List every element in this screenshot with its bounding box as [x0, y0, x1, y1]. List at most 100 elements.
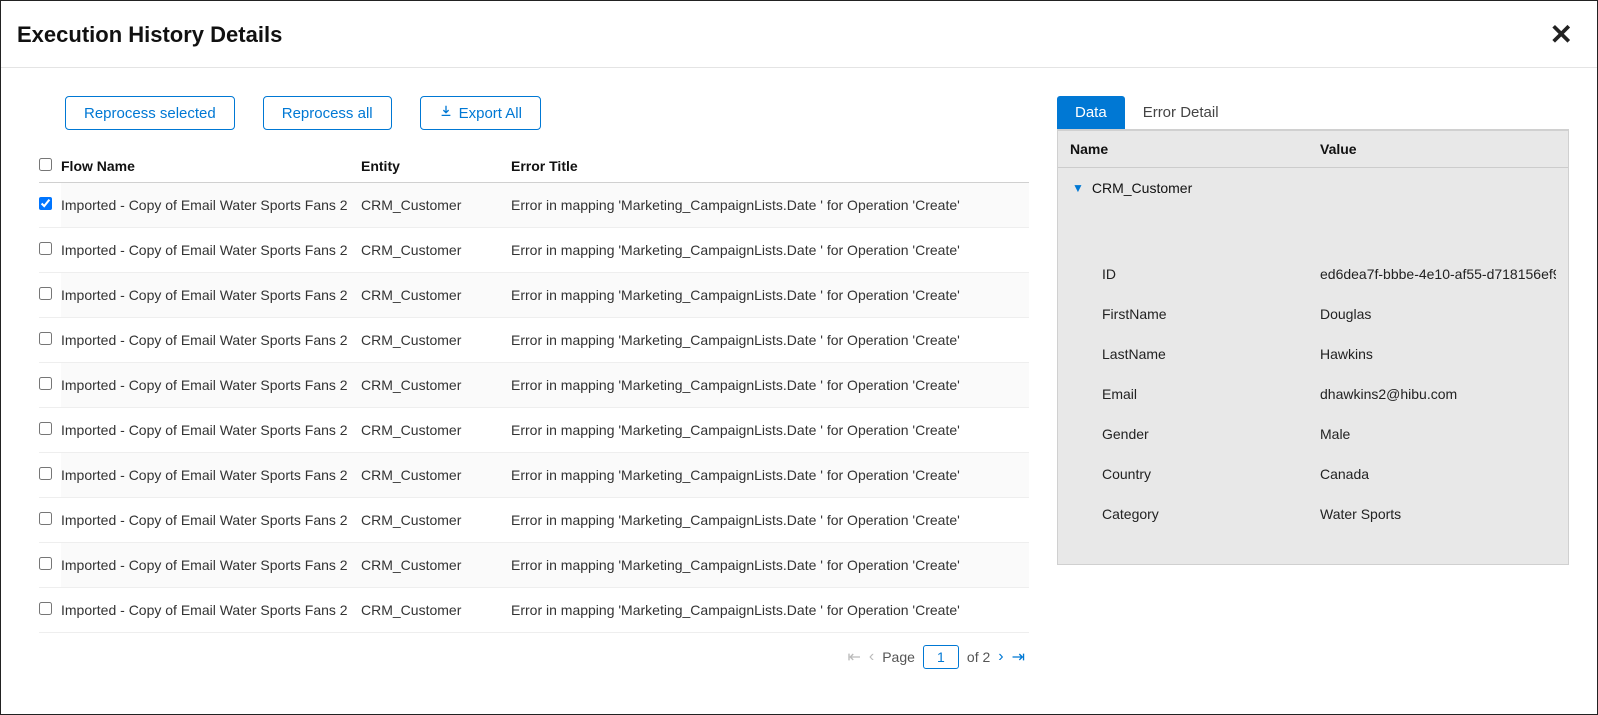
column-header-error-title[interactable]: Error Title: [511, 150, 1029, 183]
table-row[interactable]: Imported - Copy of Email Water Sports Fa…: [39, 363, 1029, 408]
reprocess-all-button[interactable]: Reprocess all: [263, 96, 392, 130]
tab-label: Error Detail: [1143, 104, 1219, 121]
detail-field-value: Canada: [1320, 466, 1556, 482]
tree-root-row[interactable]: ▼ CRM_Customer: [1058, 168, 1568, 204]
detail-row: GenderMale: [1102, 414, 1556, 454]
table-row[interactable]: Imported - Copy of Email Water Sports Fa…: [39, 228, 1029, 273]
detail-field-value: Water Sports: [1320, 506, 1556, 522]
modal-title: Execution History Details: [17, 22, 282, 48]
detail-field-name: Country: [1102, 466, 1320, 482]
cell-error-title: Error in mapping 'Marketing_CampaignList…: [511, 498, 1029, 543]
first-page-icon[interactable]: ⇤: [847, 647, 860, 667]
detail-field-value: Hawkins: [1320, 346, 1556, 362]
detail-grid: Name Value ▼ CRM_Customer IDed6dea7f-bbb…: [1057, 130, 1569, 565]
cell-error-title: Error in mapping 'Marketing_CampaignList…: [511, 543, 1029, 588]
detail-row: IDed6dea7f-bbbe-4e10-af55-d718156ef969: [1102, 254, 1556, 294]
tabs: Data Error Detail: [1057, 96, 1569, 130]
select-all-checkbox[interactable]: [39, 158, 52, 171]
row-checkbox[interactable]: [39, 197, 52, 210]
table-row[interactable]: Imported - Copy of Email Water Sports Fa…: [39, 588, 1029, 633]
table-row[interactable]: Imported - Copy of Email Water Sports Fa…: [39, 408, 1029, 453]
detail-row: FirstNameDouglas: [1102, 294, 1556, 334]
table-row[interactable]: Imported - Copy of Email Water Sports Fa…: [39, 543, 1029, 588]
detail-column-value: Value: [1320, 141, 1556, 157]
detail-field-value: dhawkins2@hibu.com: [1320, 386, 1556, 402]
table-row[interactable]: Imported - Copy of Email Water Sports Fa…: [39, 183, 1029, 228]
tab-data[interactable]: Data: [1057, 96, 1125, 129]
next-page-icon[interactable]: ›: [998, 648, 1003, 666]
table-header-row: Flow Name Entity Error Title: [39, 150, 1029, 183]
cell-entity: CRM_Customer: [361, 228, 511, 273]
errors-table: Flow Name Entity Error Title Imported - …: [39, 150, 1029, 633]
cell-error-title: Error in mapping 'Marketing_CampaignList…: [511, 408, 1029, 453]
cell-flow-name: Imported - Copy of Email Water Sports Fa…: [61, 498, 361, 543]
page-input[interactable]: [923, 645, 959, 669]
row-checkbox[interactable]: [39, 467, 52, 480]
cell-error-title: Error in mapping 'Marketing_CampaignList…: [511, 363, 1029, 408]
row-checkbox[interactable]: [39, 602, 52, 615]
row-checkbox[interactable]: [39, 377, 52, 390]
page-of-label: of 2: [967, 649, 990, 665]
cell-entity: CRM_Customer: [361, 453, 511, 498]
tab-label: Data: [1075, 104, 1107, 121]
cell-entity: CRM_Customer: [361, 498, 511, 543]
execution-history-modal: Execution History Details ✕ Reprocess se…: [0, 0, 1598, 715]
button-label: Reprocess all: [282, 105, 373, 122]
detail-field-name: Category: [1102, 506, 1320, 522]
column-header-flow-name[interactable]: Flow Name: [61, 150, 361, 183]
row-checkbox[interactable]: [39, 512, 52, 525]
detail-row: LastNameHawkins: [1102, 334, 1556, 374]
detail-header: Name Value: [1058, 131, 1568, 168]
cell-error-title: Error in mapping 'Marketing_CampaignList…: [511, 183, 1029, 228]
cell-error-title: Error in mapping 'Marketing_CampaignList…: [511, 588, 1029, 633]
export-all-button[interactable]: Export All: [420, 96, 541, 130]
table-row[interactable]: Imported - Copy of Email Water Sports Fa…: [39, 453, 1029, 498]
modal-header: Execution History Details ✕: [1, 1, 1597, 68]
tree-root-label: CRM_Customer: [1092, 180, 1192, 196]
modal-body: Reprocess selected Reprocess all Export …: [1, 68, 1597, 714]
cell-entity: CRM_Customer: [361, 318, 511, 363]
cell-error-title: Error in mapping 'Marketing_CampaignList…: [511, 228, 1029, 273]
cell-entity: CRM_Customer: [361, 183, 511, 228]
row-checkbox[interactable]: [39, 287, 52, 300]
cell-flow-name: Imported - Copy of Email Water Sports Fa…: [61, 228, 361, 273]
last-page-icon[interactable]: ⇥: [1012, 647, 1025, 667]
detail-field-name: ID: [1102, 266, 1320, 282]
row-checkbox[interactable]: [39, 557, 52, 570]
cell-entity: CRM_Customer: [361, 588, 511, 633]
detail-field-name: Email: [1102, 386, 1320, 402]
detail-column-name: Name: [1070, 141, 1320, 157]
prev-page-icon[interactable]: ‹: [869, 648, 874, 666]
cell-error-title: Error in mapping 'Marketing_CampaignList…: [511, 453, 1029, 498]
right-panel: Data Error Detail Name Value ▼ CRM_Custo…: [1057, 68, 1597, 714]
detail-field-value: Douglas: [1320, 306, 1556, 322]
button-label: Export All: [459, 105, 522, 122]
detail-field-value: ed6dea7f-bbbe-4e10-af55-d718156ef969: [1320, 266, 1556, 282]
cell-entity: CRM_Customer: [361, 543, 511, 588]
pagination: ⇤ ‹ Page of 2 › ⇥: [39, 633, 1029, 683]
detail-row: Emaildhawkins2@hibu.com: [1102, 374, 1556, 414]
detail-field-name: Gender: [1102, 426, 1320, 442]
reprocess-selected-button[interactable]: Reprocess selected: [65, 96, 235, 130]
page-label: Page: [882, 649, 915, 665]
cell-error-title: Error in mapping 'Marketing_CampaignList…: [511, 273, 1029, 318]
caret-down-icon: ▼: [1072, 181, 1084, 195]
cell-flow-name: Imported - Copy of Email Water Sports Fa…: [61, 183, 361, 228]
detail-row: CountryCanada: [1102, 454, 1556, 494]
row-checkbox[interactable]: [39, 422, 52, 435]
cell-error-title: Error in mapping 'Marketing_CampaignList…: [511, 318, 1029, 363]
table-row[interactable]: Imported - Copy of Email Water Sports Fa…: [39, 273, 1029, 318]
row-checkbox[interactable]: [39, 242, 52, 255]
cell-flow-name: Imported - Copy of Email Water Sports Fa…: [61, 543, 361, 588]
tab-error-detail[interactable]: Error Detail: [1125, 96, 1237, 129]
row-checkbox[interactable]: [39, 332, 52, 345]
table-row[interactable]: Imported - Copy of Email Water Sports Fa…: [39, 498, 1029, 543]
column-header-entity[interactable]: Entity: [361, 150, 511, 183]
toolbar: Reprocess selected Reprocess all Export …: [39, 96, 1029, 130]
table-row[interactable]: Imported - Copy of Email Water Sports Fa…: [39, 318, 1029, 363]
cell-flow-name: Imported - Copy of Email Water Sports Fa…: [61, 453, 361, 498]
detail-field-name: FirstName: [1102, 306, 1320, 322]
button-label: Reprocess selected: [84, 105, 216, 122]
close-icon[interactable]: ✕: [1546, 21, 1577, 49]
cell-entity: CRM_Customer: [361, 408, 511, 453]
